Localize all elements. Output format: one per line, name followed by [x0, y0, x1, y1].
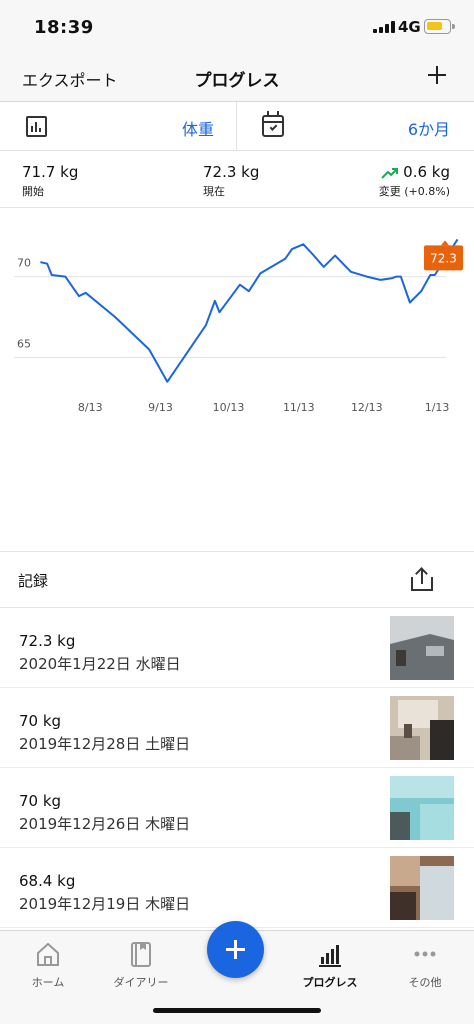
calendar-check-icon[interactable] [262, 111, 284, 137]
add-entry-button[interactable] [207, 921, 264, 978]
stat-current: 72.3 kg 現在 [203, 163, 259, 199]
record-date: 2019年12月26日 木曜日 [19, 815, 191, 833]
trend-up-icon [381, 167, 399, 179]
home-icon [33, 939, 63, 969]
stat-current-label: 現在 [203, 185, 225, 198]
status-time: 18:39 [34, 17, 94, 38]
export-button[interactable]: エクスポート [22, 67, 118, 91]
nav-bar: プログレス エクスポート [0, 56, 474, 102]
record-weight: 70 kg [19, 792, 62, 810]
badge-pointer [441, 240, 449, 246]
weight-chart[interactable]: 65 70 8/13 9/13 10/13 11/13 12/13 1/13 72.3 [0, 208, 474, 438]
stat-change-value: 0.6 kg [403, 163, 450, 181]
network-type: 4G [398, 18, 421, 36]
stat-start-value: 71.7 kg [22, 163, 79, 181]
y-tick-label: 65 [17, 338, 31, 351]
tab-more[interactable]: その他 [385, 939, 465, 990]
record-item[interactable]: 72.3 kg 2020年1月22日 水曜日 [0, 608, 474, 688]
x-tick-label: 9/13 [148, 401, 173, 414]
battery-icon [424, 19, 455, 34]
stat-current-value: 72.3 kg [203, 163, 260, 181]
tab-diary[interactable]: ダイアリー [101, 939, 181, 990]
status-bar: 18:39 4G [0, 0, 474, 56]
record-date: 2019年12月28日 土曜日 [19, 735, 191, 753]
metric-selector[interactable]: 体重 [182, 116, 214, 140]
share-icon[interactable] [411, 567, 433, 592]
tab-more-label: その他 [408, 976, 442, 989]
record-photo[interactable] [390, 616, 454, 680]
records-header: 記録 [0, 551, 474, 608]
record-weight: 68.4 kg [19, 872, 76, 890]
weight-line [40, 238, 459, 383]
records-title: 記録 [18, 572, 49, 590]
stat-start-label: 開始 [22, 185, 44, 198]
bar-chart-icon[interactable] [26, 116, 47, 137]
record-photo[interactable] [390, 856, 454, 920]
divider [236, 102, 237, 151]
tab-progress-label: プログレス [302, 976, 358, 989]
home-indicator[interactable] [153, 1008, 321, 1013]
range-selector[interactable]: 6か月 [408, 116, 450, 140]
stat-change-label: 変更 (+0.8%) [378, 185, 450, 198]
record-item[interactable]: 70 kg 2019年12月26日 木曜日 [0, 768, 474, 848]
y-tick-label: 70 [17, 257, 31, 270]
progress-icon [315, 939, 345, 969]
x-tick-label: 1/13 [425, 401, 450, 414]
record-photo[interactable] [390, 696, 454, 760]
last-value-label: 72.3 [430, 251, 457, 265]
x-tick-label: 11/13 [283, 401, 315, 414]
tab-diary-label: ダイアリー [113, 976, 169, 989]
signal-icon [373, 21, 395, 33]
x-tick-label: 10/13 [213, 401, 245, 414]
stats-row: 71.7 kg 開始 72.3 kg 現在 0.6 kg 変更 (+0.8%) [0, 151, 474, 208]
filter-row: 体重 6か月 [0, 102, 474, 151]
x-tick-label: 8/13 [78, 401, 103, 414]
record-weight: 72.3 kg [19, 632, 76, 650]
weight-chart-svg: 65 70 8/13 9/13 10/13 11/13 12/13 1/13 72.3 [14, 238, 463, 414]
record-item[interactable]: 70 kg 2019年12月28日 土曜日 [0, 688, 474, 768]
record-photo[interactable] [390, 776, 454, 840]
diary-icon [126, 939, 156, 969]
tab-home[interactable]: ホーム [8, 939, 88, 990]
record-date: 2019年12月19日 木曜日 [19, 895, 191, 913]
tab-progress[interactable]: プログレス [290, 939, 370, 990]
stat-start: 71.7 kg 開始 [22, 163, 78, 199]
stat-change: 0.6 kg 変更 (+0.8%) [379, 163, 450, 199]
plus-icon[interactable] [424, 62, 450, 88]
record-date: 2020年1月22日 水曜日 [19, 655, 181, 673]
x-tick-label: 12/13 [351, 401, 383, 414]
tab-home-label: ホーム [31, 976, 65, 989]
record-item[interactable]: 68.4 kg 2019年12月19日 木曜日 [0, 848, 474, 928]
more-icon [410, 939, 440, 969]
record-weight: 70 kg [19, 712, 62, 730]
